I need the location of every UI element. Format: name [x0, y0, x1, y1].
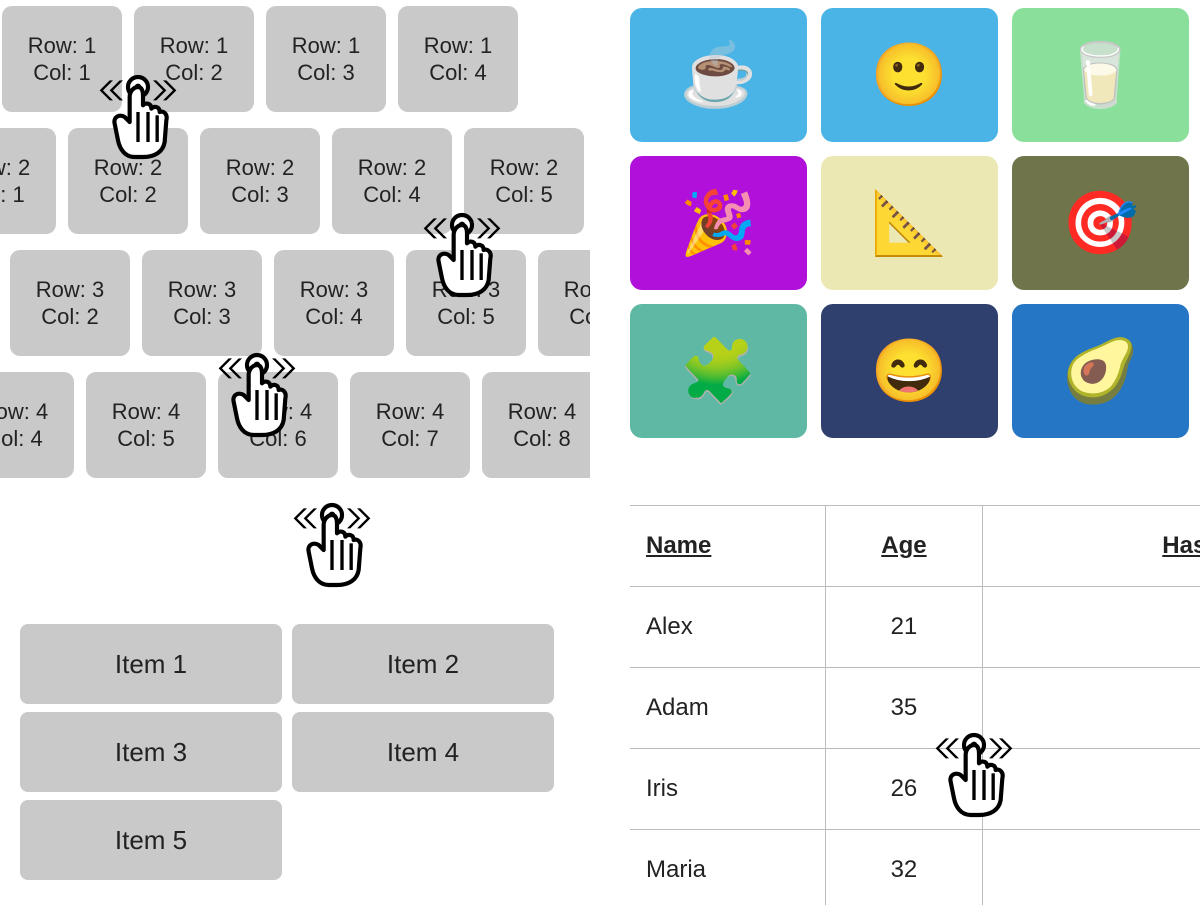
table-cell: NO — [982, 749, 1200, 830]
grid-cell[interactable]: Row: 3 Col: 5 — [406, 250, 526, 356]
emoji-tile-coffee[interactable]: ☕ — [630, 8, 807, 142]
staggered-grid[interactable]: Row: 1 Col: 1Row: 1 Col: 2Row: 1 Col: 3R… — [0, 0, 590, 540]
column-header[interactable]: Age — [826, 506, 983, 587]
grid-cell[interactable]: Row: 3 Col: 6 — [538, 250, 590, 356]
emoji-tile-avocado[interactable]: 🥑 — [1012, 304, 1189, 438]
grid-cell[interactable]: Row: 2 Col: 2 — [68, 128, 188, 234]
grid-cell[interactable]: Row: 3 Col: 2 — [10, 250, 130, 356]
emoji-tile-milk[interactable]: 🥛 — [1012, 8, 1189, 142]
people-table[interactable]: NameAgeHas driving Alex21NOAdam35YESIris… — [630, 505, 1200, 905]
table-cell: 21 — [826, 587, 983, 668]
table-row[interactable]: Alex21NO — [630, 587, 1200, 668]
grid-cell[interactable]: Row: 1 Col: 3 — [266, 6, 386, 112]
grid-cell[interactable]: Row: 2 Col: 1 — [0, 128, 56, 234]
emoji-tile-ruler[interactable]: 📐 — [821, 156, 998, 290]
grid-cell[interactable]: Row: 4 Col: 6 — [218, 372, 338, 478]
table-cell: 35 — [826, 668, 983, 749]
table-cell: 32 — [826, 830, 983, 906]
item-list: Item 1Item 2Item 3Item 4Item 5 — [20, 624, 560, 880]
grid-cell[interactable]: Row: 3 Col: 4 — [274, 250, 394, 356]
emoji-tile-grin[interactable]: 😄 — [821, 304, 998, 438]
emoji-tile-target[interactable]: 🎯 — [1012, 156, 1189, 290]
emoji-grid: ☕🙂🥛 🎉📐🎯 🧩😄🥑 — [630, 8, 1189, 438]
grid-cell[interactable]: Row: 2 Col: 4 — [332, 128, 452, 234]
table-cell: NO — [982, 587, 1200, 668]
table-row[interactable]: Iris26NO — [630, 749, 1200, 830]
item-button[interactable]: Item 5 — [20, 800, 282, 880]
table-cell: Maria — [630, 830, 826, 906]
emoji-tile-puzzle[interactable]: 🧩 — [630, 304, 807, 438]
table-row[interactable]: Maria32NO — [630, 830, 1200, 906]
table-cell: YES — [982, 668, 1200, 749]
grid-cell[interactable]: Row: 4 Col: 5 — [86, 372, 206, 478]
grid-cell[interactable]: Row: 4 Col: 4 — [0, 372, 74, 478]
column-header[interactable]: Has driving — [982, 506, 1200, 587]
grid-cell[interactable]: Row: 1 Col: 4 — [398, 6, 518, 112]
grid-cell[interactable]: Row: 3 Col: 3 — [142, 250, 262, 356]
item-button[interactable]: Item 4 — [292, 712, 554, 792]
item-button[interactable]: Item 1 — [20, 624, 282, 704]
table-cell: Alex — [630, 587, 826, 668]
item-button[interactable]: Item 3 — [20, 712, 282, 792]
grid-cell[interactable]: Row: 2 Col: 5 — [464, 128, 584, 234]
emoji-tile-party[interactable]: 🎉 — [630, 156, 807, 290]
table-cell: Iris — [630, 749, 826, 830]
grid-cell[interactable]: Row: 1 Col: 2 — [134, 6, 254, 112]
grid-cell[interactable]: Row: 4 Col: 7 — [350, 372, 470, 478]
grid-cell[interactable]: Row: 2 Col: 3 — [200, 128, 320, 234]
table-cell: NO — [982, 830, 1200, 906]
table-cell: 26 — [826, 749, 983, 830]
item-button[interactable]: Item 2 — [292, 624, 554, 704]
table-row[interactable]: Adam35YES — [630, 668, 1200, 749]
grid-cell[interactable]: Row: 4 Col: 8 — [482, 372, 590, 478]
column-header[interactable]: Name — [630, 506, 826, 587]
table-cell: Adam — [630, 668, 826, 749]
emoji-tile-smile[interactable]: 🙂 — [821, 8, 998, 142]
grid-cell[interactable]: Row: 1 Col: 1 — [2, 6, 122, 112]
